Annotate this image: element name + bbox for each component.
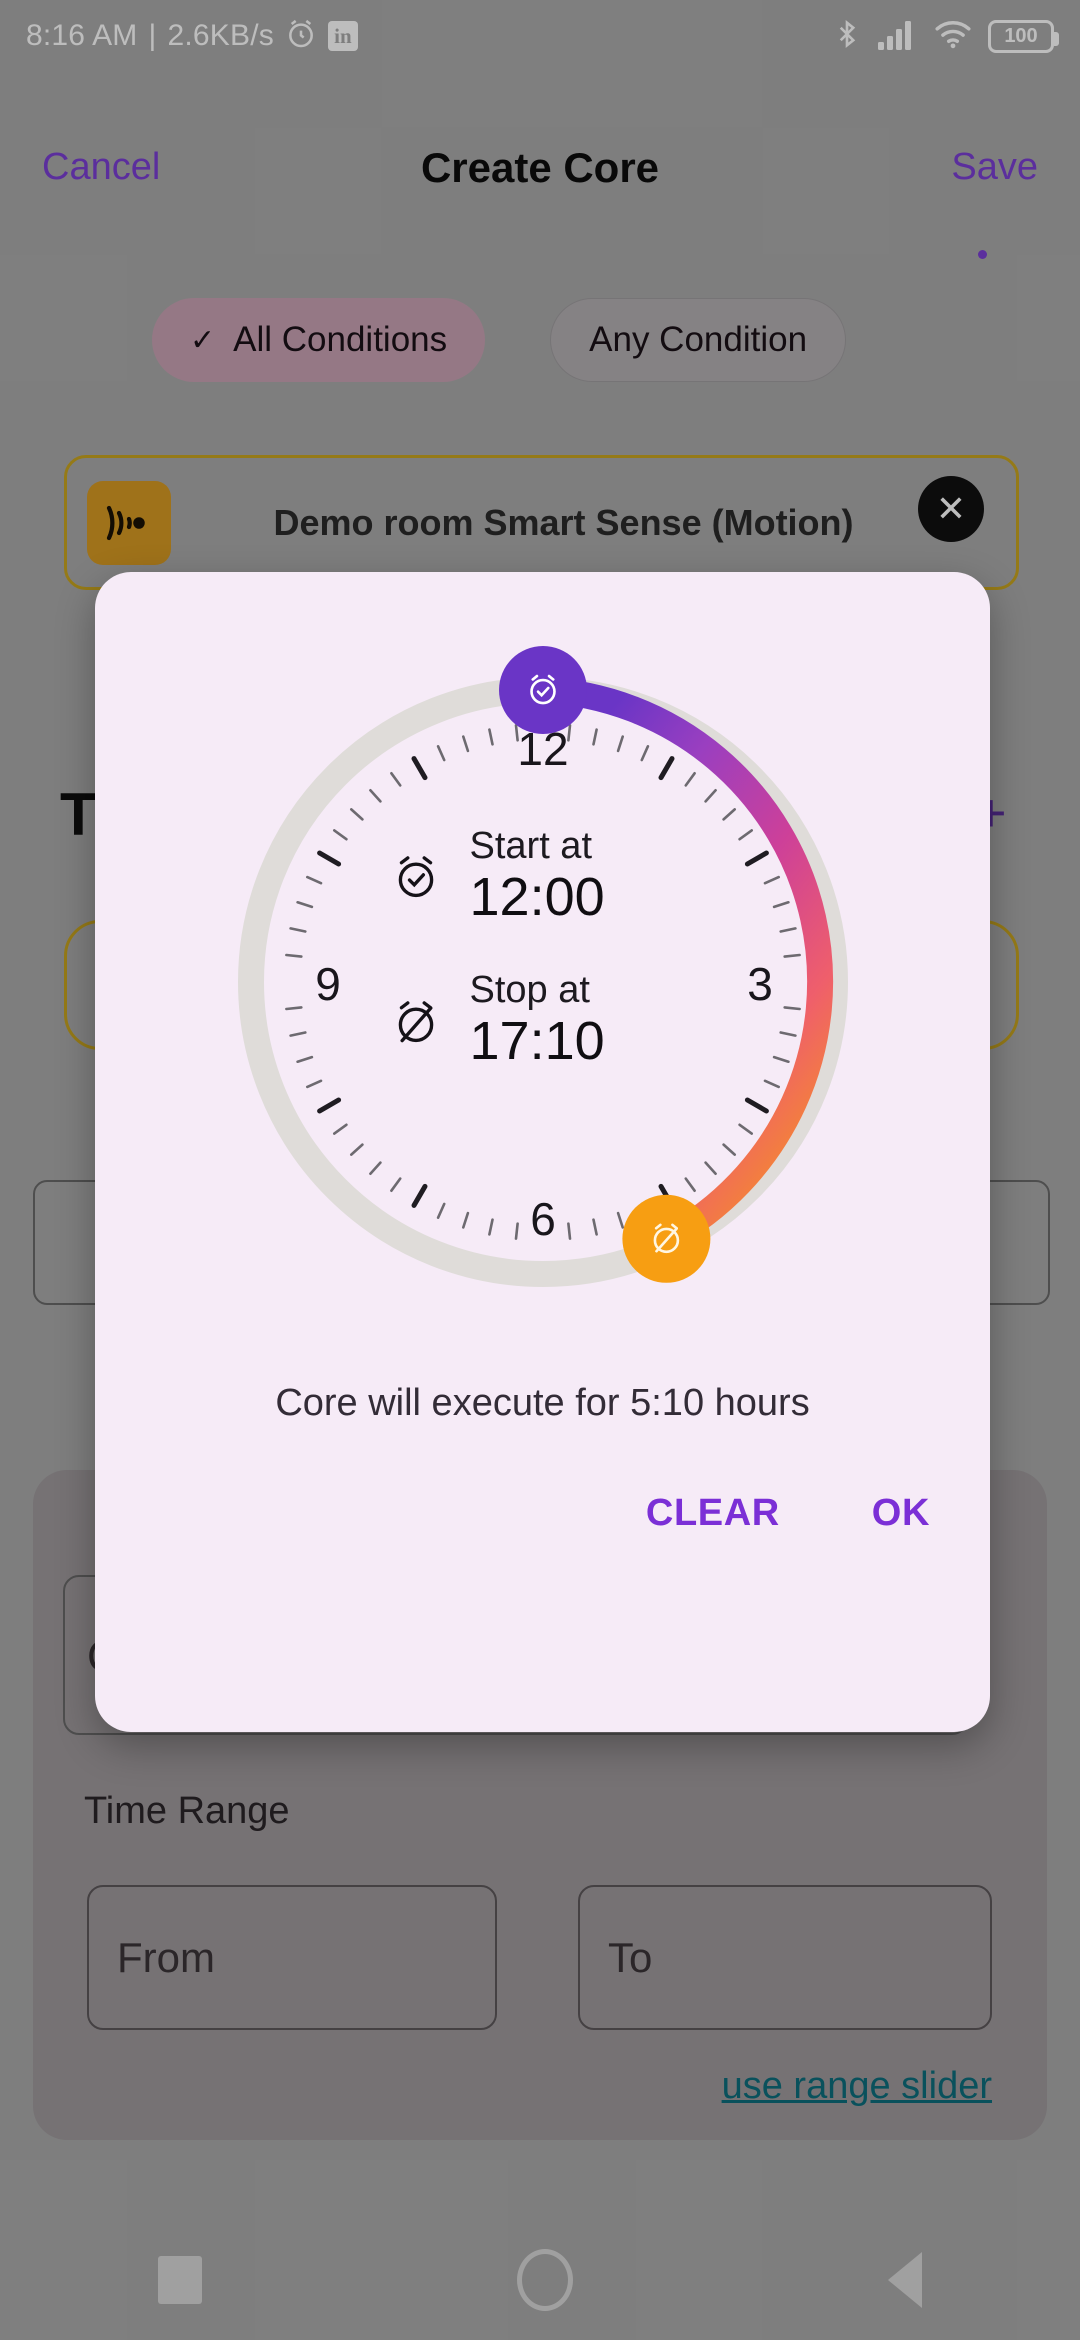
ok-button[interactable]: OK bbox=[872, 1492, 930, 1535]
status-time: 8:16 AM bbox=[26, 19, 138, 52]
start-time-row: Start at 12:00 bbox=[388, 825, 698, 927]
bluetooth-icon bbox=[832, 17, 862, 56]
chip-any-condition[interactable]: Any Condition bbox=[550, 298, 847, 382]
motion-sensor-icon bbox=[87, 480, 171, 565]
cellular-signal-icon bbox=[878, 18, 918, 55]
stop-time-label: Stop at bbox=[469, 969, 590, 1012]
alarm-clock-icon bbox=[285, 18, 317, 55]
time-range-to-input[interactable]: To bbox=[578, 1885, 992, 2030]
clear-button[interactable]: CLEAR bbox=[646, 1492, 780, 1535]
status-separator: | bbox=[148, 19, 157, 52]
time-summary: Start at 12:00 Stop at 17:10 bbox=[95, 825, 990, 1072]
system-nav-bar bbox=[0, 2220, 1080, 2340]
alarm-off-icon bbox=[388, 996, 444, 1048]
accent-dot bbox=[978, 250, 987, 259]
chip-all-conditions[interactable]: ✓ All Conditions bbox=[152, 298, 486, 382]
clock-numeral-6: 6 bbox=[530, 1193, 556, 1245]
time-range-dialog: 12 3 6 9 Start at 12:00 Stop at 17:10 Co… bbox=[95, 572, 990, 1732]
battery-icon: 100 bbox=[988, 19, 1059, 53]
start-time-handle[interactable] bbox=[499, 646, 587, 734]
close-icon[interactable]: ✕ bbox=[918, 476, 984, 542]
battery-level: 100 bbox=[1004, 24, 1038, 47]
alarm-check-icon bbox=[388, 851, 444, 903]
app-bar: Cancel Create Core Save bbox=[0, 120, 1080, 215]
chip-all-conditions-label: All Conditions bbox=[233, 320, 448, 359]
stop-time-handle[interactable] bbox=[622, 1194, 711, 1283]
save-button[interactable]: Save bbox=[951, 146, 1038, 189]
linkedin-icon: in bbox=[327, 21, 358, 51]
cancel-button[interactable]: Cancel bbox=[42, 146, 160, 189]
status-network-speed: 2.6KB/s bbox=[167, 19, 274, 52]
duration-summary: Core will execute for 5:10 hours bbox=[275, 1382, 810, 1424]
background-section-title: T bbox=[60, 781, 97, 848]
check-icon: ✓ bbox=[190, 323, 216, 357]
circle-home-icon[interactable] bbox=[516, 2249, 573, 2311]
dialog-actions: CLEAR OK bbox=[646, 1492, 930, 1535]
wifi-icon bbox=[934, 19, 972, 54]
square-recents-icon[interactable] bbox=[157, 2256, 202, 2304]
status-bar: 8:16 AM | 2.6KB/s in 100 bbox=[0, 0, 1080, 72]
time-range-from-input[interactable]: From bbox=[87, 1885, 497, 2030]
status-bar-right: 100 bbox=[832, 17, 1059, 56]
chip-any-condition-label: Any Condition bbox=[589, 320, 808, 359]
status-bar-left: 8:16 AM | 2.6KB/s in bbox=[26, 18, 358, 55]
start-time-label: Start at bbox=[469, 825, 593, 867]
page-title: Create Core bbox=[420, 143, 660, 191]
triangle-back-icon[interactable] bbox=[888, 2252, 923, 2308]
condition-mode-toggle: ✓ All Conditions Any Condition bbox=[152, 298, 847, 382]
time-range-label: Time Range bbox=[84, 1790, 290, 1832]
stop-time-row: Stop at 17:10 bbox=[388, 969, 698, 1071]
use-range-slider-link[interactable]: use range slider bbox=[722, 2065, 992, 2108]
start-time-value[interactable]: 12:00 bbox=[470, 867, 605, 927]
stop-time-value[interactable]: 17:10 bbox=[470, 1011, 605, 1071]
device-condition-label: Demo room Smart Sense (Motion) bbox=[273, 501, 854, 543]
device-condition-card[interactable]: Demo room Smart Sense (Motion) ✕ bbox=[64, 455, 1019, 590]
